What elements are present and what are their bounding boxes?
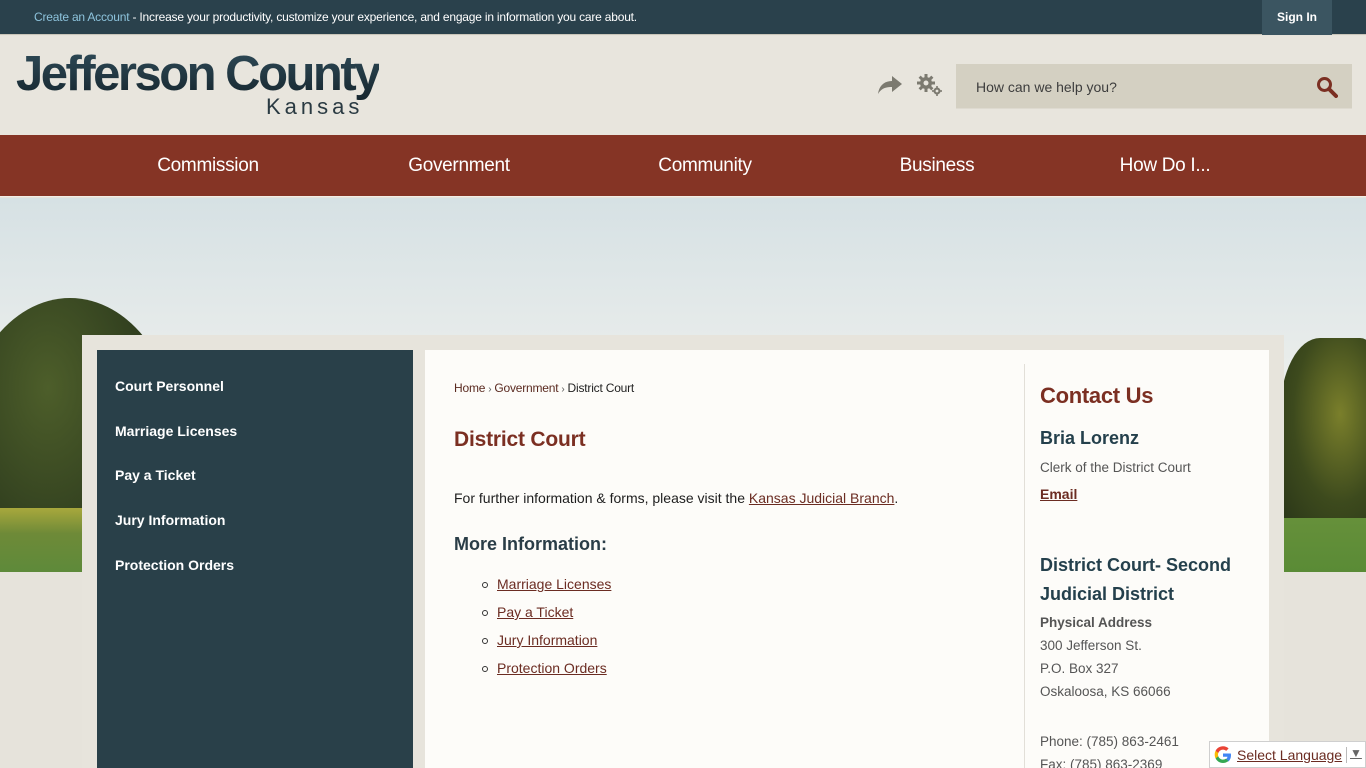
contact-name: Bria Lorenz xyxy=(1040,428,1140,448)
language-selector[interactable]: Select Language ▼ xyxy=(1209,741,1366,768)
breadcrumb-current: District Court xyxy=(567,381,635,395)
page-title: District Court xyxy=(454,428,586,451)
nav-item-government[interactable]: Government xyxy=(392,135,526,197)
sidebar-item-protection-orders[interactable]: Protection Orders xyxy=(115,557,234,573)
jury-information-link[interactable]: Jury Information xyxy=(497,632,597,648)
contact-role: Clerk of the District Court xyxy=(1040,460,1191,475)
breadcrumb-separator: › xyxy=(561,384,565,395)
contact-fax: Fax: (785) 863-2369 xyxy=(1040,757,1163,768)
create-account-link[interactable]: Create an Account xyxy=(34,10,130,24)
list-item: Jury Information xyxy=(482,632,611,660)
select-language-label[interactable]: Select Language xyxy=(1237,747,1342,763)
contact-email-link[interactable]: Email xyxy=(1040,486,1077,502)
list-item: Pay a Ticket xyxy=(482,604,611,632)
sidebar-item-marriage-licenses[interactable]: Marriage Licenses xyxy=(115,423,237,439)
intro-end: . xyxy=(894,490,899,506)
language-divider xyxy=(1346,747,1347,763)
column-divider xyxy=(1024,364,1025,768)
sidebar-item-pay-a-ticket[interactable]: Pay a Ticket xyxy=(115,467,196,483)
search-input[interactable] xyxy=(956,64,1306,109)
main-navigation: Commission Government Community Business… xyxy=(0,135,1366,197)
intro-text: For further information & forms, please … xyxy=(454,490,749,506)
nav-item-commission[interactable]: Commission xyxy=(140,135,276,197)
site-logo[interactable]: Jefferson County Kansas xyxy=(16,47,381,119)
breadcrumb: Home › Government › District Court xyxy=(454,381,634,395)
address-heading: Physical Address xyxy=(1040,615,1153,630)
kansas-judicial-branch-link[interactable]: Kansas Judicial Branch xyxy=(749,490,895,506)
list-item: Protection Orders xyxy=(482,660,611,688)
account-promo-text: - Increase your productivity, customize … xyxy=(129,10,637,24)
top-account-bar: Create an Account - Increase your produc… xyxy=(0,0,1366,35)
nav-item-community[interactable]: Community xyxy=(640,135,770,197)
logo-title: Jefferson County xyxy=(16,47,381,101)
site-header: Jefferson County Kansas xyxy=(0,36,1366,135)
hero-field xyxy=(1280,518,1366,572)
marriage-licenses-link[interactable]: Marriage Licenses xyxy=(497,576,611,592)
pay-a-ticket-link[interactable]: Pay a Ticket xyxy=(497,604,573,620)
dropdown-arrow-icon[interactable]: ▼ xyxy=(1350,746,1362,760)
intro-paragraph: For further information & forms, please … xyxy=(454,490,898,506)
nav-item-how-do-i[interactable]: How Do I... xyxy=(1104,135,1226,197)
more-information-heading: More Information: xyxy=(454,534,607,554)
more-information-list: Marriage Licenses Pay a Ticket Jury Info… xyxy=(482,576,611,688)
breadcrumb-separator: › xyxy=(488,384,492,395)
address-line: P.O. Box 327 xyxy=(1040,661,1119,676)
sign-in-button[interactable]: Sign In xyxy=(1262,0,1332,35)
hero-trees xyxy=(1280,338,1366,528)
google-icon xyxy=(1214,746,1231,763)
sidebar-item-jury-information[interactable]: Jury Information xyxy=(115,512,225,528)
address-line: Oskaloosa, KS 66066 xyxy=(1040,684,1171,699)
logo-subtitle: Kansas xyxy=(266,94,364,119)
search-bar xyxy=(956,64,1352,109)
gear-icon[interactable] xyxy=(915,73,943,97)
sidebar-item-court-personnel[interactable]: Court Personnel xyxy=(115,378,224,394)
breadcrumb-government[interactable]: Government xyxy=(494,381,558,395)
account-promo: Create an Account - Increase your produc… xyxy=(34,10,637,24)
contact-phone: Phone: (785) 863-2461 xyxy=(1040,734,1179,749)
list-item: Marriage Licenses xyxy=(482,576,611,604)
share-icon[interactable] xyxy=(877,75,903,95)
sidebar-nav: Court Personnel Marriage Licenses Pay a … xyxy=(97,350,413,768)
address-line: 300 Jefferson St. xyxy=(1040,638,1142,653)
contact-us-heading: Contact Us xyxy=(1040,383,1154,408)
nav-item-business[interactable]: Business xyxy=(884,135,990,197)
breadcrumb-home[interactable]: Home xyxy=(454,381,485,395)
search-icon[interactable] xyxy=(1316,76,1338,98)
protection-orders-link[interactable]: Protection Orders xyxy=(497,660,607,676)
contact-department: District Court- Second Judicial District xyxy=(1040,555,1232,604)
